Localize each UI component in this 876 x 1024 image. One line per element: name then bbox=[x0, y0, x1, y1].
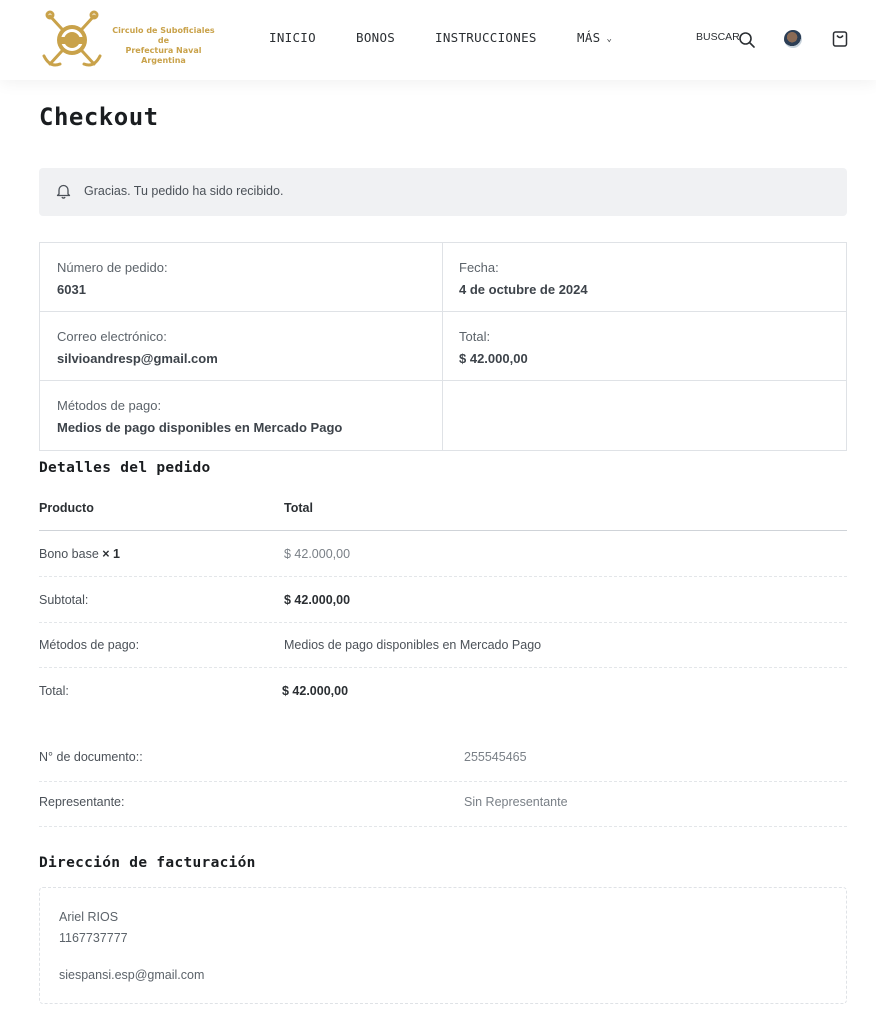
chevron-down-icon: ⌄ bbox=[606, 34, 613, 44]
order-date-value: 4 de octubre de 2024 bbox=[459, 282, 588, 297]
meta-row-documento: N° de documento:: 255545465 bbox=[39, 736, 847, 782]
order-number-cell: Número de pedido: 6031 bbox=[40, 243, 443, 312]
billing-phone: 1167737777 bbox=[59, 931, 128, 945]
representante-label: Representante: bbox=[39, 795, 125, 809]
product-name: Bono base × 1 bbox=[39, 547, 120, 561]
billing-name: Ariel RIOS bbox=[59, 910, 119, 924]
product-link[interactable]: Bono base bbox=[39, 547, 99, 561]
col-total: Total bbox=[284, 501, 313, 515]
order-date-cell: Fecha: 4 de octubre de 2024 bbox=[443, 243, 846, 312]
subtotal-label: Subtotal: bbox=[39, 593, 89, 607]
logo-text-line1: Circulo de Suboficiales de bbox=[112, 26, 215, 45]
billing-email: siespansi.esp@gmail.com bbox=[59, 968, 205, 982]
logo-text-line2: Prefectura Naval Argentina bbox=[125, 46, 202, 65]
total-label: Total: bbox=[39, 684, 69, 698]
anchor-emblem-icon bbox=[42, 10, 102, 67]
order-payment-cell: Métodos de pago: Medios de pago disponib… bbox=[40, 381, 443, 450]
order-total-cell: Total: $ 42.000,00 bbox=[443, 312, 846, 381]
order-email-cell: Correo electrónico: silvioandresp@gmail.… bbox=[40, 312, 443, 381]
order-overview: Número de pedido: 6031 Fecha: 4 de octub… bbox=[39, 242, 847, 451]
billing-address-title: Dirección de facturación bbox=[39, 855, 256, 871]
order-date-label: Fecha: bbox=[459, 260, 499, 275]
order-number-label: Número de pedido: bbox=[57, 260, 168, 275]
bell-icon bbox=[56, 184, 71, 199]
site-header: Circulo de Suboficiales de Prefectura Na… bbox=[0, 0, 876, 80]
user-avatar[interactable] bbox=[784, 30, 802, 48]
order-total-label: Total: bbox=[459, 329, 491, 344]
order-email-label: Correo electrónico: bbox=[57, 329, 167, 344]
order-number-value: 6031 bbox=[57, 282, 86, 297]
notice-text: Gracias. Tu pedido ha sido recibido. bbox=[84, 184, 284, 198]
table-row: Métodos de pago: Medios de pago disponib… bbox=[39, 622, 847, 668]
nav-item-inicio[interactable]: INICIO bbox=[269, 30, 316, 45]
product-total: $ 42.000,00 bbox=[284, 547, 351, 561]
order-payment-label: Métodos de pago: bbox=[57, 398, 162, 413]
representante-value: Sin Representante bbox=[464, 795, 568, 809]
order-email-value: silvioandresp@gmail.com bbox=[57, 351, 218, 366]
total-value: $ 42.000,00 bbox=[282, 684, 349, 698]
search-label[interactable]: BUSCAR bbox=[696, 31, 740, 43]
documento-value: 255545465 bbox=[464, 750, 527, 764]
product-qty: × 1 bbox=[102, 547, 120, 561]
col-product: Producto bbox=[39, 501, 94, 515]
table-row: Bono base × 1 $ 42.000,00 bbox=[39, 531, 847, 577]
order-details-header: Producto Total bbox=[39, 500, 847, 531]
table-row: Subtotal: $ 42.000,00 bbox=[39, 577, 847, 623]
nav-item-mas[interactable]: MÁS ⌄ bbox=[577, 30, 612, 45]
subtotal-value: $ 42.000,00 bbox=[284, 593, 351, 607]
nav-item-bonos[interactable]: BONOS bbox=[356, 30, 395, 45]
cart-icon[interactable] bbox=[832, 30, 848, 48]
site-logo[interactable]: Circulo de Suboficiales de Prefectura Na… bbox=[38, 8, 223, 72]
payment-method-label: Métodos de pago: bbox=[39, 638, 140, 652]
order-payment-value: Medios de pago disponibles en Mercado Pa… bbox=[57, 420, 343, 435]
table-row: Total: $ 42.000,00 bbox=[39, 668, 847, 714]
page-title: Checkout bbox=[39, 103, 159, 131]
nav-item-instrucciones[interactable]: INSTRUCCIONES bbox=[435, 30, 537, 45]
order-details-title: Detalles del pedido bbox=[39, 460, 211, 476]
billing-address-box: Ariel RIOS 1167737777 siespansi.esp@gmai… bbox=[39, 887, 847, 1004]
nav-item-mas-label: MÁS bbox=[577, 30, 601, 45]
meta-row-representante: Representante: Sin Representante bbox=[39, 781, 847, 827]
documento-label: N° de documento:: bbox=[39, 750, 143, 764]
search-icon[interactable] bbox=[738, 31, 756, 49]
payment-method-value: Medios de pago disponibles en Mercado Pa… bbox=[284, 638, 542, 652]
order-received-notice: Gracias. Tu pedido ha sido recibido. bbox=[39, 168, 847, 216]
order-total-value: $ 42.000,00 bbox=[459, 351, 528, 366]
